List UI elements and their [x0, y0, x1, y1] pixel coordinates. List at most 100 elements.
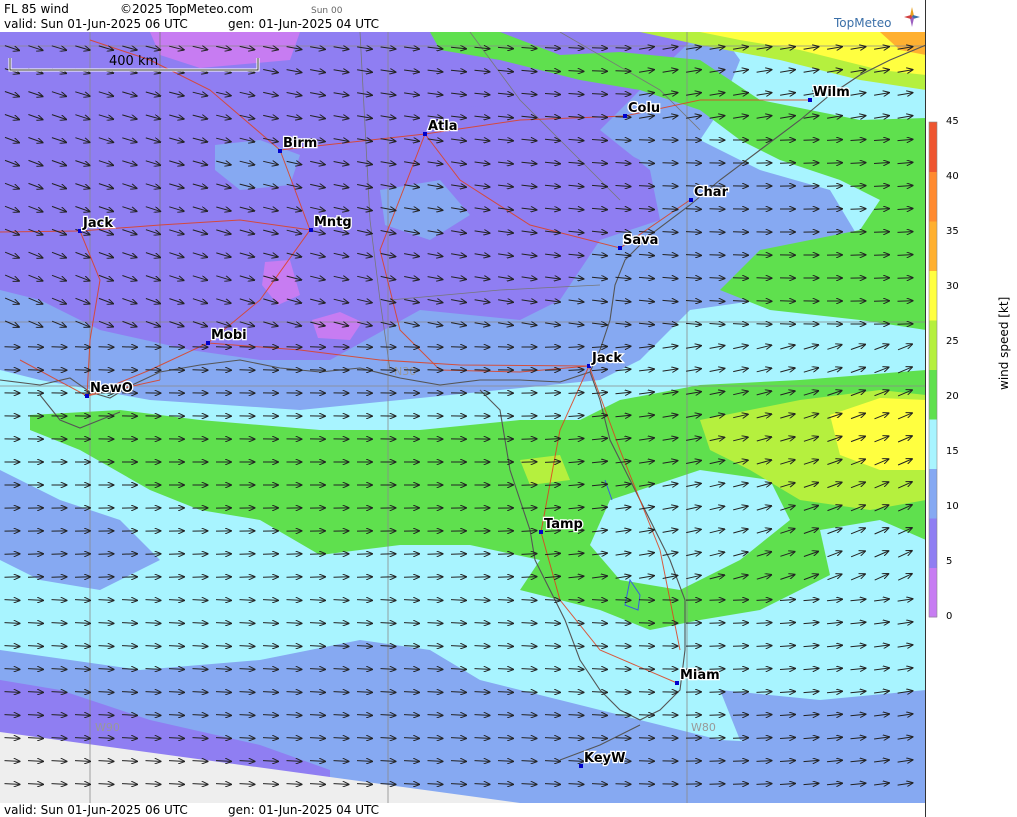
wind-arrow: [638, 140, 654, 141]
legend-color-step: [929, 320, 937, 370]
scale-bar: 400 km: [8, 54, 260, 72]
city-marker: [85, 394, 89, 398]
wind-arrow: [732, 646, 748, 647]
wind-arrow: [897, 278, 913, 279]
wind-arrow: [615, 692, 631, 693]
city-label: Mobi: [211, 328, 247, 343]
city-label: Atla: [428, 119, 458, 134]
legend-title: wind speed [kt]: [997, 296, 1011, 390]
legend-tick-label: 25: [946, 336, 959, 347]
legend-color-step: [929, 419, 937, 469]
city-marker: [539, 530, 543, 534]
wind-arrow: [732, 738, 748, 739]
wind-arrow: [803, 140, 819, 141]
wind-arrow: [732, 623, 748, 624]
wind-arrow: [732, 278, 748, 279]
map-area[interactable]: N30 W90 W80 400 km Wilm Colu Atla Birm C…: [0, 32, 926, 803]
wind-arrow: [850, 209, 866, 210]
header-bar: FL 85 wind ©2025 TopMeteo.com Sun 00 val…: [0, 0, 926, 32]
wind-arrow: [521, 508, 537, 509]
legend-tick-label: 20: [946, 391, 959, 402]
legend-color-step: [929, 171, 937, 222]
city-marker: [587, 364, 591, 368]
model-run-label: Sun 00: [311, 6, 343, 16]
city-marker: [689, 198, 693, 202]
city-label: Colu: [628, 101, 660, 116]
wind-arrow: [756, 324, 772, 325]
city-marker: [278, 149, 282, 153]
wind-arrow: [544, 393, 560, 394]
legend-tick-label: 35: [946, 226, 959, 237]
wind-arrow: [615, 94, 631, 95]
wind-arrow: [591, 48, 607, 49]
wind-arrow: [732, 669, 748, 670]
legend-tick-label: 5: [946, 556, 953, 567]
wind-arrow: [544, 416, 560, 417]
w90-label: W90: [95, 721, 120, 734]
scale-bar-label: 400 km: [109, 54, 158, 69]
city-label: Birm: [283, 136, 317, 151]
legend-tick-label: 0: [946, 611, 953, 622]
copyright-text: ©2025 TopMeteo.com: [120, 2, 254, 16]
city-marker: [206, 341, 210, 345]
wind-arrow: [732, 761, 748, 762]
wind-arrow: [826, 186, 842, 187]
footer-generated-time: gen: 01-Jun-2025 04 UTC: [228, 803, 380, 817]
wind-arrow: [615, 715, 631, 716]
wind-arrow: [732, 600, 748, 601]
color-legend: [926, 32, 1017, 803]
product-title: FL 85 wind: [4, 2, 69, 16]
wind-arrow: [732, 715, 748, 716]
city-marker: [579, 764, 583, 768]
legend-tick-label: 45: [946, 116, 959, 127]
wind-arrow: [591, 71, 607, 72]
wind-arrow: [615, 738, 631, 739]
city-label: Tamp: [544, 517, 583, 532]
compass-star-icon: [904, 7, 920, 27]
wind-map: N30 W90 W80 400 km WilmColuAtlaBirmCharJ…: [0, 32, 926, 803]
city-marker: [623, 114, 627, 118]
valid-time: valid: Sun 01-Jun-2025 06 UTC: [4, 17, 188, 31]
wind-arrow: [615, 646, 631, 647]
logo-text: TopMeteo: [834, 16, 892, 30]
wind-arrow: [709, 255, 725, 256]
n30-label: N30: [394, 365, 416, 378]
wind-arrow: [662, 163, 678, 164]
wind-arrow: [873, 232, 889, 233]
footer-valid-time: valid: Sun 01-Jun-2025 06 UTC: [4, 803, 188, 817]
legend-tick-label: 40: [946, 171, 959, 182]
footer-bar: valid: Sun 01-Jun-2025 06 UTC gen: 01-Ju…: [0, 803, 926, 817]
city-marker: [618, 246, 622, 250]
legend-color-step: [929, 567, 937, 618]
city-label: Sava: [623, 233, 658, 248]
legend-tick-label: 15: [946, 446, 959, 457]
city-label: Wilm: [813, 85, 850, 100]
legend-color-step: [929, 518, 937, 568]
wind-arrow: [709, 232, 725, 233]
city-label: Mntg: [314, 215, 352, 230]
wind-arrow: [873, 255, 889, 256]
city-marker: [423, 132, 427, 136]
legend-tick-label: 30: [946, 281, 959, 292]
legend-color-step: [929, 468, 937, 519]
generated-time: gen: 01-Jun-2025 04 UTC: [228, 17, 380, 31]
city-marker: [675, 681, 679, 685]
legend-color-step: [929, 221, 937, 271]
city-label: Miam: [680, 668, 720, 683]
wind-arrow: [685, 209, 701, 210]
wind-arrow: [897, 301, 913, 302]
legend-color-step: [929, 122, 937, 172]
wind-arrow: [662, 186, 678, 187]
city-label: NewO: [90, 381, 133, 396]
wind-arrow: [732, 692, 748, 693]
wind-arrow: [497, 577, 513, 578]
legend-color-step: [929, 270, 937, 321]
wind-arrow: [732, 784, 748, 785]
legend-colorbar: [928, 121, 938, 618]
wind-arrow: [826, 163, 842, 164]
city-marker: [309, 228, 313, 232]
w80-label: W80: [691, 721, 716, 734]
wind-arrow: [756, 301, 772, 302]
wind-arrow: [615, 623, 631, 624]
legend-tick-label: 10: [946, 501, 959, 512]
